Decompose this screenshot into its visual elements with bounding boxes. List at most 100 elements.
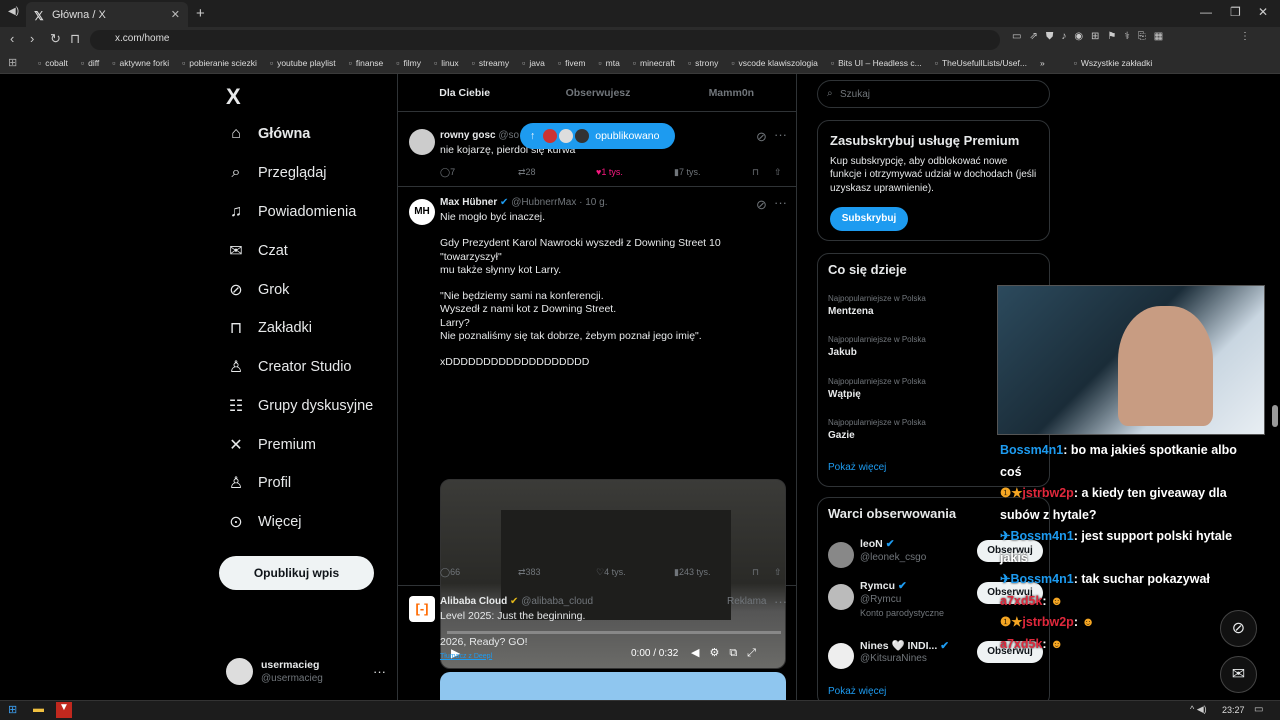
search-input[interactable]: ⌕ Szukaj: [817, 80, 1050, 108]
like-button[interactable]: ♥ 1 tys.: [596, 167, 623, 177]
views-button[interactable]: ▮ 243 tys.: [674, 567, 710, 578]
x-logo[interactable]: X: [226, 84, 241, 110]
nav-creator-studio[interactable]: ♙ Creator Studio: [226, 352, 352, 382]
all-bookmarks[interactable]: ▫ Wszystkie zakładki: [1074, 58, 1153, 68]
reload-icon[interactable]: ↻: [50, 31, 61, 47]
bookmark-page-icon[interactable]: ⊓: [70, 31, 80, 47]
trend-item[interactable]: Najpopularniejsze w Polska Wątpię: [828, 377, 926, 400]
more-dots-icon[interactable]: ···: [373, 664, 386, 679]
trends-show-more[interactable]: Pokaż więcej: [828, 462, 886, 473]
trend-item[interactable]: Najpopularniejsze w Polska Jakub: [828, 335, 926, 358]
browser-icon[interactable]: ▼: [56, 702, 72, 718]
grok-float-icon[interactable]: ⊘: [1220, 610, 1257, 647]
browser-tab[interactable]: 𝕏 Główna / X ✕: [26, 2, 188, 27]
address-bar[interactable]: x.com/home: [90, 30, 1000, 50]
views-button[interactable]: ▮ 7 tys.: [674, 167, 700, 178]
share-icon[interactable]: ⇧: [774, 167, 782, 178]
bookmark-item[interactable]: ▫ finanse: [349, 58, 384, 68]
post-button[interactable]: Opublikuj wpis: [219, 556, 374, 590]
clock[interactable]: 23:27: [1222, 705, 1245, 715]
bookmark-item[interactable]: ▫ pobieranie sciezki: [182, 58, 257, 68]
bookmark-icon[interactable]: ⊓: [752, 167, 759, 178]
tray-icons[interactable]: ^ ◀): [1190, 704, 1207, 715]
bookmark-item[interactable]: ▫ Bits UI – Headless c...: [831, 58, 922, 68]
nav-explore[interactable]: ⌕ Przeglądaj: [226, 158, 327, 188]
bookmark-item[interactable]: ▫ aktywne forki: [112, 58, 169, 68]
tab-list[interactable]: Mamm0n: [665, 74, 796, 111]
tweet-author[interactable]: Alibaba Cloud: [440, 596, 507, 607]
tab-for-you[interactable]: Dla Ciebie: [398, 74, 531, 111]
tweet-author[interactable]: Max Hübner: [440, 197, 497, 208]
back-icon[interactable]: ‹: [10, 31, 14, 46]
repost-button[interactable]: ⇄ 28: [518, 167, 536, 178]
bookmark-item[interactable]: ▫ minecraft: [633, 58, 675, 68]
account-switcher[interactable]: usermacieg @usermacieg ···: [226, 655, 386, 687]
forward-icon[interactable]: ›: [30, 31, 34, 46]
close-tab-icon[interactable]: ✕: [171, 8, 180, 21]
bookmark-item[interactable]: ▫ filmy: [396, 58, 421, 68]
translate-link[interactable]: Tłumacz z Deepl: [440, 650, 785, 663]
trend-item[interactable]: Najpopularniejsze w Polska Gazie: [828, 418, 926, 441]
more-dots-icon[interactable]: ···: [774, 195, 787, 210]
tweet-handle[interactable]: @alibaba_cloud: [521, 596, 593, 607]
more-dots-icon[interactable]: ···: [774, 127, 787, 142]
nav-home[interactable]: ⌂ Główna: [226, 119, 310, 149]
trend-item[interactable]: Najpopularniejsze w Polska Mentzena: [828, 294, 926, 317]
bookmark-item[interactable]: ▫ strony: [688, 58, 718, 68]
messages-float-icon[interactable]: ✉: [1220, 656, 1257, 693]
tweet-handle[interactable]: @HubnerrMax: [511, 197, 576, 208]
file-explorer-icon[interactable]: ▬: [33, 703, 44, 715]
nav-bookmarks[interactable]: ⊓ Zakładki: [226, 313, 312, 343]
bookmarks-overflow[interactable]: »: [1040, 58, 1045, 68]
bookmark-item[interactable]: ▫ linux: [434, 58, 459, 68]
bookmark-item[interactable]: ▫ streamy: [472, 58, 509, 68]
nav-chat[interactable]: ✉ Czat: [226, 236, 288, 266]
restore-icon[interactable]: ❐: [1230, 5, 1241, 19]
nav-grok[interactable]: ⊘ Grok: [226, 275, 289, 305]
like-button[interactable]: ♡ 4 tys.: [596, 567, 626, 578]
bookmark-item[interactable]: ▫ diff: [81, 58, 99, 68]
close-window-icon[interactable]: ✕: [1258, 5, 1268, 19]
bookmark-icon[interactable]: ⊓: [752, 567, 759, 578]
tweet-author[interactable]: rowny gosc: [440, 130, 496, 141]
menu-icon[interactable]: ⋮: [1240, 31, 1250, 42]
new-posts-pill[interactable]: ↑ opublikowano: [520, 123, 675, 149]
nav-more[interactable]: ⊙ Więcej: [226, 507, 301, 537]
notification-icon[interactable]: ▭: [1254, 704, 1263, 715]
bookmark-item[interactable]: ▫ cobalt: [38, 58, 68, 68]
bookmark-item[interactable]: ▫ youtube playlist: [270, 58, 336, 68]
grok-icon[interactable]: ⊘: [756, 129, 767, 145]
tweet-handle[interactable]: @so: [498, 130, 519, 141]
reply-button[interactable]: ◯ 7: [440, 167, 455, 178]
nav-profile[interactable]: ♙ Profil: [226, 468, 291, 498]
scrollbar[interactable]: [1271, 74, 1280, 700]
tweet[interactable]: MH Max Hübner ✔ @HubnerrMax · 10 g. ⊘ ··…: [398, 187, 796, 669]
who-to-follow-show-more[interactable]: Pokaż więcej: [828, 686, 886, 697]
bookmark-item[interactable]: ▫ java: [522, 58, 545, 68]
ad-image[interactable]: [440, 672, 786, 700]
subscribe-button[interactable]: Subskrybuj: [830, 207, 908, 231]
nav-communities[interactable]: ☷ Grupy dyskusyjne: [226, 391, 373, 421]
bookmark-item[interactable]: ▫ TheUsefullLists/Usef...: [935, 58, 1027, 68]
speaker-icon[interactable]: ◀): [8, 6, 19, 17]
bookmark-item[interactable]: ▫ fivem: [558, 58, 586, 68]
new-tab-icon[interactable]: +: [196, 5, 205, 22]
folder-icon: ▫: [934, 57, 938, 68]
bookmark-item[interactable]: ▫ vscode klawiszologia: [731, 58, 818, 68]
nav-premium[interactable]: ✕ Premium: [226, 430, 316, 460]
windows-start-icon[interactable]: ⊞: [8, 703, 17, 716]
minimize-icon[interactable]: —: [1200, 5, 1212, 19]
bookmark-item[interactable]: ▫ mta: [598, 58, 619, 68]
repost-button[interactable]: ⇄ 383: [518, 567, 541, 578]
extensions-icon[interactable]: ▭⇗⛊♪◉⊞⚑⚕⎘▦: [1012, 31, 1171, 42]
tab-following[interactable]: Obserwujesz: [531, 74, 664, 111]
share-icon[interactable]: ⇧: [774, 567, 782, 578]
more-dots-icon[interactable]: ···: [774, 594, 787, 609]
verified-icon: ✔: [500, 197, 509, 208]
apps-icon[interactable]: ⊞: [8, 56, 17, 69]
reply-button[interactable]: ◯ 66: [440, 567, 460, 578]
scrollbar-thumb[interactable]: [1272, 405, 1278, 427]
nav-notifications[interactable]: ♫ Powiadomienia: [226, 197, 356, 227]
tweet-ad[interactable]: [-] Alibaba Cloud ✔ @alibaba_cloud Rekla…: [398, 586, 796, 700]
tweet-time[interactable]: · 10 g.: [579, 197, 607, 208]
